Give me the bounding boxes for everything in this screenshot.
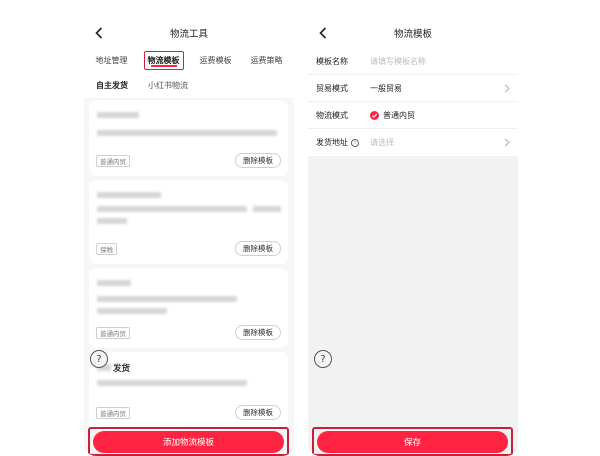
shipping-address-label-text: 发货地址 <box>316 138 348 147</box>
trade-tag: 普通内贸 <box>96 155 130 167</box>
delete-template-button[interactable]: 删除模板 <box>235 153 281 168</box>
shipping-address-label: 发货地址 i <box>316 137 370 148</box>
trade-mode-row[interactable]: 贸易模式 一般贸易 <box>308 75 518 102</box>
logistics-mode-option[interactable]: 普通内贸 <box>370 110 510 121</box>
template-form: 模板名称 请填写模板名称 贸易模式 一般贸易 物流模式 普通内贸 发货地址 i … <box>308 48 518 156</box>
tab-bar: 地址管理 物流模板 运费模板 运费策略 <box>84 48 294 72</box>
trade-tag: 普通内贸 <box>96 407 130 419</box>
redacted-title <box>97 192 161 198</box>
template-name-label: 模板名称 <box>316 56 348 66</box>
info-icon[interactable]: i <box>351 138 359 147</box>
trade-mode-label: 贸易模式 <box>316 83 348 93</box>
subtab-self-shipping[interactable]: 自主发货 <box>96 80 128 91</box>
template-card: 普通内贸 删除模板 <box>89 268 288 348</box>
delete-template-button[interactable]: 删除模板 <box>235 405 281 420</box>
template-card: 发货 普通内贸 删除模板 <box>89 352 288 430</box>
sub-tab-bar: 自主发货 小红书物流 <box>84 72 294 98</box>
tab-freight-strategy[interactable]: 运费策略 <box>248 52 286 69</box>
chevron-right-icon <box>504 84 510 93</box>
redacted-detail <box>97 380 247 386</box>
redacted-detail <box>253 206 281 212</box>
add-template-button[interactable]: 添加物流模板 <box>93 431 284 453</box>
template-card: 普通内贸 删除模板 <box>89 100 288 176</box>
check-circle-icon <box>370 110 379 120</box>
subtab-xiaohongshu-logistics[interactable]: 小红书物流 <box>148 80 188 91</box>
trade-mode-value[interactable]: 一般贸易 <box>370 83 510 94</box>
redacted-detail <box>97 296 237 302</box>
page-title: 物流工具 <box>169 29 208 40</box>
logistics-template-form-screen: 物流模板 模板名称 请填写模板名称 贸易模式 一般贸易 物流模式 普通内贸 发货… <box>308 18 518 456</box>
back-icon[interactable] <box>92 26 106 40</box>
redacted-title <box>97 112 139 118</box>
shipping-address-select[interactable]: 请选择 <box>370 137 510 148</box>
header: 物流工具 <box>84 18 294 48</box>
redacted-detail <box>97 206 247 212</box>
logistics-mode-label: 物流模式 <box>316 110 348 120</box>
delete-template-button[interactable]: 删除模板 <box>235 241 281 256</box>
help-icon[interactable]: ? <box>314 350 332 368</box>
tab-freight-template[interactable]: 运费模板 <box>197 52 235 69</box>
redacted-detail <box>97 130 277 136</box>
redacted-title <box>97 280 131 286</box>
trade-tag: 普通内贸 <box>96 327 130 339</box>
page-title: 物流模板 <box>393 29 432 40</box>
redacted-detail <box>97 308 167 314</box>
logistics-tools-screen: 物流工具 地址管理 物流模板 运费模板 运费策略 自主发货 小红书物流 普通内贸… <box>84 18 294 456</box>
save-button[interactable]: 保存 <box>317 431 508 453</box>
template-name-input[interactable]: 请填写模板名称 <box>370 56 510 67</box>
redacted-detail <box>97 218 127 224</box>
tab-logistics-template[interactable]: 物流模板 <box>143 50 184 70</box>
header: 物流模板 <box>308 18 518 48</box>
template-card: 保税 删除模板 <box>89 180 288 264</box>
logistics-mode-value: 普通内贸 <box>383 110 415 120</box>
shipping-address-row[interactable]: 发货地址 i 请选择 <box>308 129 518 156</box>
logistics-mode-row: 物流模式 普通内贸 <box>308 102 518 129</box>
template-title: 发货 <box>113 364 131 374</box>
back-icon[interactable] <box>316 26 330 40</box>
trade-tag: 保税 <box>96 243 117 255</box>
tab-address-management[interactable]: 地址管理 <box>93 52 131 69</box>
help-icon[interactable]: ? <box>90 350 108 368</box>
chevron-right-icon <box>504 138 510 147</box>
delete-template-button[interactable]: 删除模板 <box>235 325 281 340</box>
template-name-row[interactable]: 模板名称 请填写模板名称 <box>308 48 518 75</box>
